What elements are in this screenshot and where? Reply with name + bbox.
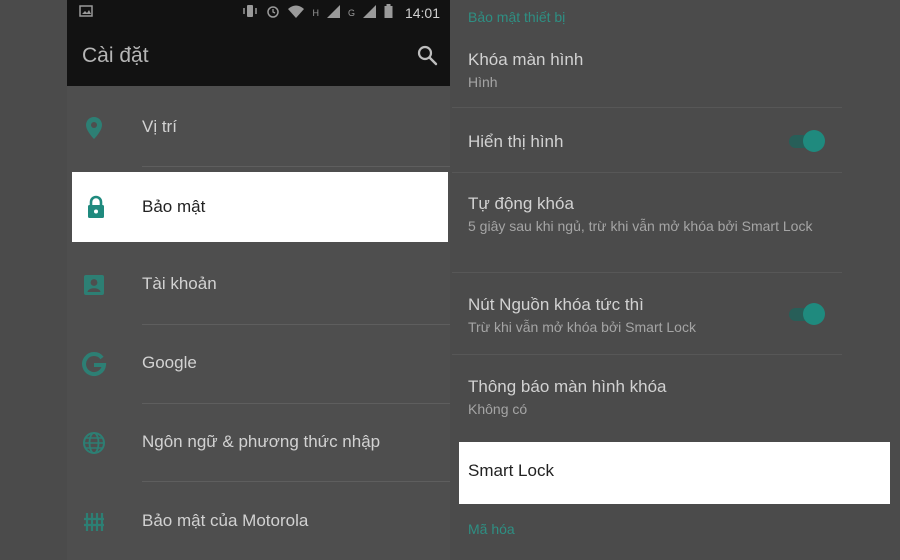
page-title: Cài đặt <box>82 44 149 67</box>
location-pin-icon <box>81 115 107 141</box>
setting-title: Thông báo màn hình khóa <box>468 377 667 396</box>
setting-subtitle: Không có <box>468 401 528 417</box>
menu-item-motorola-security[interactable]: Bảo mật của Motorola <box>67 482 450 560</box>
lock-icon <box>84 194 108 220</box>
menu-item-google[interactable]: Google <box>67 324 450 402</box>
setting-title: Khóa màn hình <box>468 50 584 69</box>
battery-icon <box>384 4 393 21</box>
image-notification-icon <box>79 5 93 20</box>
status-bar: H G 14:01 <box>67 0 450 26</box>
menu-item-label: Bảo mật <box>142 197 206 216</box>
menu-item-accounts[interactable]: Tài khoản <box>67 245 450 323</box>
menu-item-label: Google <box>142 353 197 372</box>
divider <box>142 166 450 167</box>
divider <box>452 354 842 355</box>
menu-item-label: Ngôn ngữ & phương thức nhập <box>142 432 381 451</box>
setting-title: Tự động khóa <box>468 194 574 213</box>
menu-item-location[interactable]: Vị trí <box>67 88 450 166</box>
divider <box>452 272 842 273</box>
vibrate-icon <box>242 4 258 21</box>
network-type-h: H <box>312 7 319 18</box>
menu-item-label: Vị trí <box>142 117 177 136</box>
toggle-thumb <box>803 303 825 325</box>
divider <box>452 107 842 108</box>
wifi-icon <box>288 5 305 21</box>
google-icon <box>81 351 107 377</box>
setting-subtitle: Trừ khi vẫn mở khóa bởi Smart Lock <box>468 319 696 335</box>
setting-title: Nút Nguồn khóa tức thì <box>468 295 644 314</box>
app-toolbar: Cài đặt <box>67 26 450 86</box>
menu-item-security[interactable]: Bảo mật <box>72 172 448 242</box>
show-pattern-toggle[interactable] <box>787 129 825 153</box>
account-icon <box>81 272 107 298</box>
search-icon[interactable] <box>416 44 440 68</box>
clock: 14:01 <box>404 4 440 21</box>
setting-auto-lock[interactable]: Tự động khóa 5 giây sau khi ngủ, trừ khi… <box>468 193 828 236</box>
globe-icon <box>81 430 107 456</box>
setting-title: Smart Lock <box>468 461 554 480</box>
settings-list-panel: H G 14:01 Cài đặt Vị trí Tài khoản Googl… <box>67 0 450 560</box>
divider <box>452 172 842 173</box>
menu-item-label: Bảo mật của Motorola <box>142 511 309 530</box>
network-type-g: G <box>347 7 355 18</box>
setting-screen-lock[interactable]: Khóa màn hình Hình <box>468 49 828 92</box>
setting-smart-lock[interactable]: Smart Lock <box>459 442 890 504</box>
signal-icon <box>326 4 340 21</box>
setting-title: Hiển thị hình <box>468 132 564 151</box>
section-header-device-security: Bảo mật thiết bị <box>468 9 566 25</box>
section-header-encryption: Mã hóa <box>468 521 515 537</box>
toggle-thumb <box>803 130 825 152</box>
menu-item-label: Tài khoản <box>142 274 217 293</box>
alarm-icon <box>266 4 280 21</box>
setting-show-pattern[interactable]: Hiển thị hình <box>468 131 828 153</box>
signal-icon-2 <box>362 4 376 21</box>
setting-lock-screen-notifications[interactable]: Thông báo màn hình khóa Không có <box>468 376 828 419</box>
setting-subtitle: Hình <box>468 74 498 90</box>
setting-power-button-lock[interactable]: Nút Nguồn khóa tức thì Trừ khi vẫn mở kh… <box>468 294 828 337</box>
menu-item-language-input[interactable]: Ngôn ngữ & phương thức nhập <box>67 403 450 481</box>
power-button-lock-toggle[interactable] <box>787 302 825 326</box>
setting-subtitle: 5 giây sau khi ngủ, trừ khi vẫn mở khóa … <box>468 218 813 234</box>
grid-lock-icon <box>81 509 107 535</box>
